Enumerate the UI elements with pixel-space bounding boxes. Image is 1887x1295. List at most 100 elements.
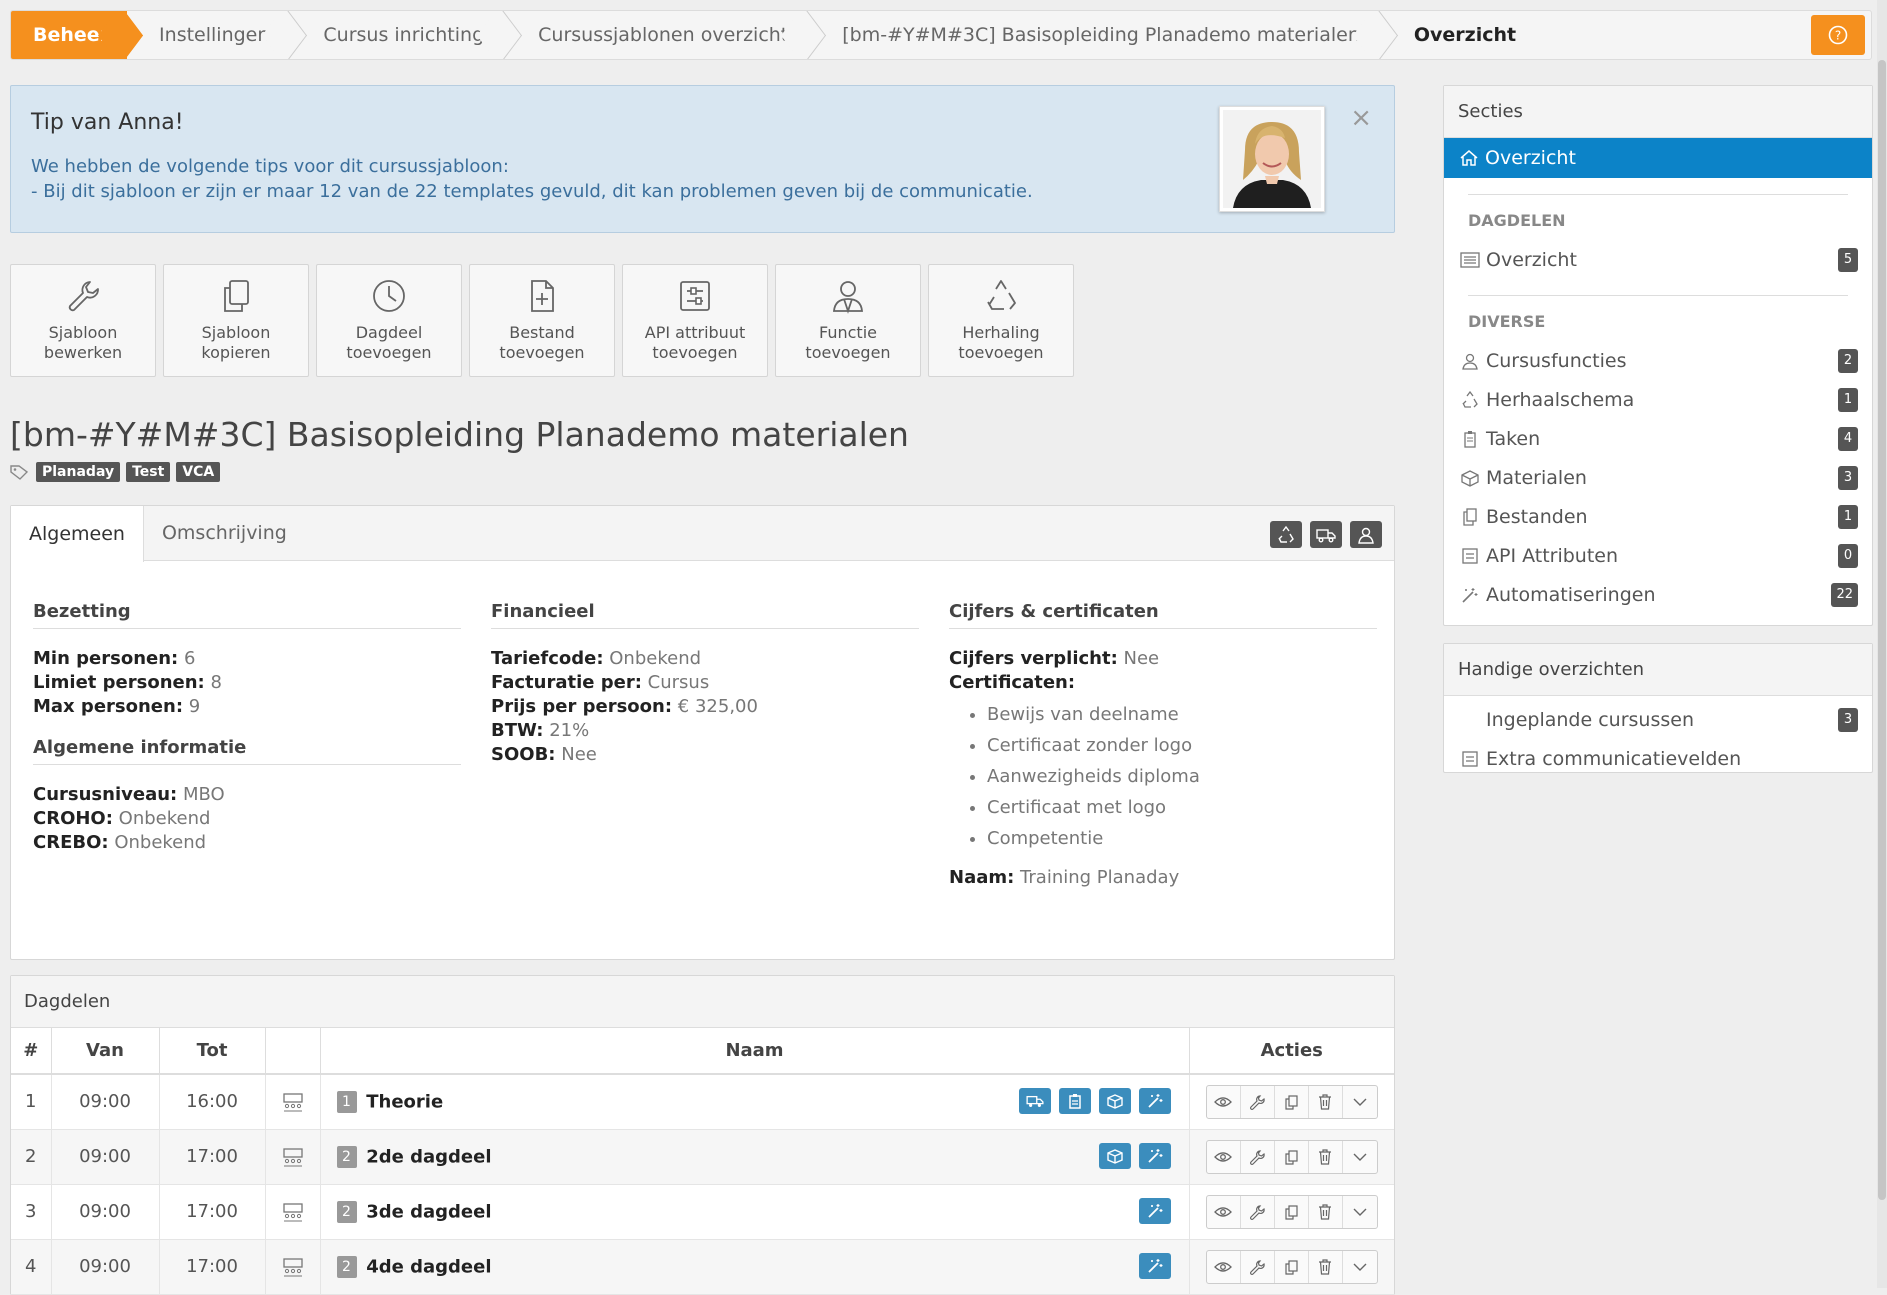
breadcrumb-cursus-inrichting[interactable]: Cursus inrichting bbox=[291, 11, 506, 59]
breadcrumb-beheer[interactable]: Beheer bbox=[11, 11, 128, 59]
api-icon bbox=[1462, 750, 1478, 767]
tab-algemeen[interactable]: Algemeen bbox=[11, 506, 144, 562]
breadcrumb-sjabloon[interactable]: [bm-#Y#M#3C] Basisopleiding Planademo ma… bbox=[810, 11, 1382, 59]
edit-button[interactable] bbox=[1241, 1250, 1275, 1283]
classroom-icon bbox=[282, 1147, 303, 1166]
dagdeel-name[interactable]: 4de dagdeel bbox=[366, 1256, 491, 1277]
value: Onbekend bbox=[114, 832, 207, 853]
edit-button[interactable] bbox=[1241, 1195, 1275, 1228]
more-dropdown-button[interactable] bbox=[1343, 1251, 1377, 1283]
sjabloon-kopieren-button[interactable]: Sjabloon kopieren bbox=[163, 264, 309, 377]
classroom-icon bbox=[282, 1202, 303, 1221]
tip-close-icon[interactable]: × bbox=[1350, 105, 1372, 131]
delete-button[interactable] bbox=[1309, 1140, 1343, 1173]
magic-wand-icon bbox=[1147, 1203, 1162, 1218]
materials-badge[interactable] bbox=[1098, 1088, 1131, 1114]
kv-soob: SOOB: Nee bbox=[491, 743, 919, 767]
dagdeel-name[interactable]: Theorie bbox=[366, 1091, 443, 1112]
delete-button[interactable] bbox=[1309, 1250, 1343, 1283]
herhaling-toevoegen-button[interactable]: Herhaling toevoegen bbox=[928, 264, 1074, 377]
sidebar-item-automatiseringen[interactable]: Automatiseringen 22 bbox=[1444, 575, 1872, 614]
table-row[interactable]: 1 09:00 16:00 1 Theorie bbox=[11, 1074, 1394, 1130]
page-scrollbar[interactable] bbox=[1877, 0, 1887, 1288]
sidebar-item-bestanden[interactable]: Bestanden 1 bbox=[1444, 497, 1872, 536]
sidebar-item-taken[interactable]: Taken 4 bbox=[1444, 419, 1872, 458]
automation-badge[interactable] bbox=[1138, 1142, 1171, 1169]
dagdeel-toevoegen-button[interactable]: Dagdeel toevoegen bbox=[316, 264, 462, 377]
copy-button[interactable] bbox=[1275, 1140, 1309, 1173]
cell-classroom bbox=[265, 1184, 321, 1240]
copy-button[interactable] bbox=[1275, 1085, 1309, 1118]
kv-min-personen: Min personen: 6 bbox=[33, 647, 461, 671]
more-dropdown-button[interactable] bbox=[1343, 1141, 1377, 1173]
list-item: Aanwezigheids diploma bbox=[987, 761, 1377, 792]
tag-vca[interactable]: VCA bbox=[176, 462, 221, 482]
kv-prijs: Prijs per persoon: € 325,00 bbox=[491, 695, 919, 719]
value: 9 bbox=[188, 696, 201, 717]
cell-tot: 16:00 bbox=[159, 1074, 266, 1130]
edit-button[interactable] bbox=[1241, 1085, 1275, 1118]
cell-acties bbox=[1189, 1074, 1394, 1130]
automation-badge[interactable] bbox=[1138, 1088, 1171, 1114]
breadcrumb-cursussjablonen[interactable]: Cursussjablonen overzicht bbox=[506, 11, 810, 59]
row-badges bbox=[1138, 1252, 1171, 1279]
more-dropdown-button[interactable] bbox=[1343, 1086, 1377, 1118]
sidebar-item-cursusfuncties[interactable]: Cursusfuncties 2 bbox=[1444, 341, 1872, 380]
view-button[interactable] bbox=[1207, 1195, 1241, 1228]
truck-badge[interactable] bbox=[1018, 1088, 1051, 1114]
sidebar-item-label: Herhaalschema bbox=[1486, 388, 1635, 411]
table-row[interactable]: 3 09:00 17:00 2 3de dagdeel bbox=[11, 1184, 1394, 1240]
tab-omschrijving[interactable]: Omschrijving bbox=[144, 506, 305, 560]
truck-icon bbox=[1316, 528, 1336, 542]
tag-test[interactable]: Test bbox=[126, 462, 171, 482]
kv-naam: Naam: Training Planaday bbox=[949, 866, 1377, 890]
wrench-icon bbox=[1250, 1259, 1265, 1275]
breadcrumb-instellingen[interactable]: Instellingen bbox=[127, 11, 291, 59]
user-icon bbox=[1462, 353, 1478, 370]
help-button[interactable]: ? bbox=[1811, 15, 1865, 55]
more-dropdown-button[interactable] bbox=[1343, 1196, 1377, 1228]
row-actions bbox=[1205, 1249, 1378, 1284]
value: Onbekend bbox=[118, 808, 211, 829]
clipboard-badge[interactable] bbox=[1058, 1088, 1091, 1114]
delete-button[interactable] bbox=[1309, 1195, 1343, 1228]
edit-button[interactable] bbox=[1241, 1140, 1275, 1173]
delete-button[interactable] bbox=[1309, 1085, 1343, 1118]
user-function-button[interactable] bbox=[1350, 521, 1382, 548]
functie-toevoegen-button[interactable]: Functie toevoegen bbox=[775, 264, 921, 377]
sidebar-item-api-attributen[interactable]: API Attributen 0 bbox=[1444, 536, 1872, 575]
copy-icon bbox=[1285, 1204, 1298, 1220]
table-row[interactable]: 2 09:00 17:00 2 2de dagdeel bbox=[11, 1129, 1394, 1185]
copy-icon bbox=[1285, 1259, 1298, 1275]
scrollbar-thumb[interactable] bbox=[1878, 60, 1886, 1200]
automation-badge[interactable] bbox=[1138, 1197, 1171, 1224]
view-button[interactable] bbox=[1207, 1140, 1241, 1173]
sidebar-item-materialen[interactable]: Materialen 3 bbox=[1444, 458, 1872, 497]
recycle-button[interactable] bbox=[1270, 521, 1302, 548]
sjabloon-bewerken-button[interactable]: Sjabloon bewerken bbox=[10, 264, 156, 377]
file-plus-icon bbox=[531, 280, 554, 312]
count-badge: 1 bbox=[1838, 504, 1858, 529]
bestand-toevoegen-button[interactable]: Bestand toevoegen bbox=[469, 264, 615, 377]
automation-badge[interactable] bbox=[1138, 1252, 1171, 1279]
materials-badge[interactable] bbox=[1098, 1142, 1131, 1169]
sidebar-item-ingeplande-cursussen[interactable]: Ingeplande cursussen 3 bbox=[1444, 700, 1872, 739]
view-button[interactable] bbox=[1207, 1250, 1241, 1283]
row-badges bbox=[1018, 1088, 1171, 1114]
sidebar-item-overzicht[interactable]: Overzicht bbox=[1444, 138, 1872, 178]
dagdeel-name[interactable]: 3de dagdeel bbox=[366, 1201, 491, 1222]
table-row[interactable]: 4 09:00 17:00 2 4de dagdeel bbox=[11, 1239, 1394, 1295]
cell-tot: 17:00 bbox=[159, 1239, 266, 1295]
box-icon bbox=[1106, 1148, 1123, 1164]
tag-planaday[interactable]: Planaday bbox=[36, 462, 121, 482]
truck-button[interactable] bbox=[1310, 521, 1342, 548]
copy-button[interactable] bbox=[1275, 1250, 1309, 1283]
copy-button[interactable] bbox=[1275, 1195, 1309, 1228]
view-button[interactable] bbox=[1207, 1085, 1241, 1118]
sidebar-item-dagdelen-overzicht[interactable]: Overzicht 5 bbox=[1444, 240, 1872, 279]
dagdeel-name[interactable]: 2de dagdeel bbox=[366, 1146, 491, 1167]
api-attribuut-toevoegen-button[interactable]: API attribuut toevoegen bbox=[622, 264, 768, 377]
col-tot: Tot bbox=[159, 1028, 266, 1075]
sidebar-item-herhaalschema[interactable]: Herhaalschema 1 bbox=[1444, 380, 1872, 419]
sidebar-item-extra-communicatievelden[interactable]: Extra communicatievelden bbox=[1444, 739, 1872, 778]
